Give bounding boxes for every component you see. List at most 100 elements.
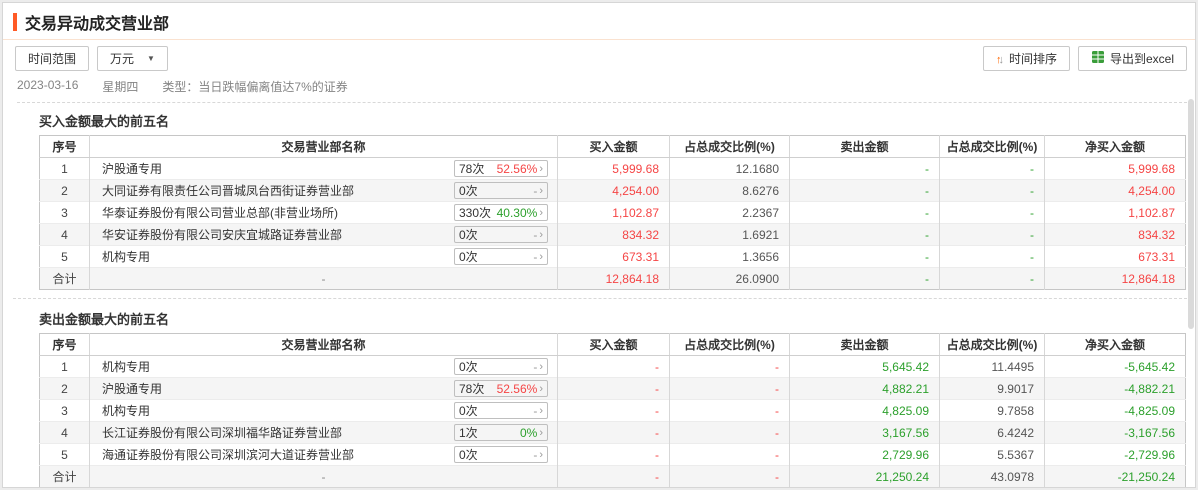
- branch-name: 机构专用: [102, 250, 151, 264]
- page-title-row: 交易异动成交营业部: [13, 11, 1187, 33]
- column-header-no: 序号: [39, 135, 90, 158]
- trade-date: 2023-03-16: [17, 78, 79, 92]
- title-divider: [3, 39, 1195, 40]
- times-badge[interactable]: 78次 52.56% ›: [454, 380, 548, 397]
- sell-ratio-cell: 9.9017: [939, 377, 1045, 400]
- times-badge[interactable]: 78次 52.56% ›: [454, 160, 548, 177]
- buy-amount-cell: 673.31: [557, 245, 670, 268]
- total-label-cell: 合计: [39, 465, 90, 487]
- rank-cell: 4: [39, 421, 90, 444]
- sell-amount-cell: -: [789, 201, 940, 224]
- total-sell-cell: -: [789, 267, 940, 290]
- accent-bar: [13, 13, 17, 31]
- sort-arrows-icon: ↑↓: [995, 53, 1004, 66]
- buy-top5-section-title: 买入金额最大的前五名: [39, 114, 170, 129]
- branch-cell: 机构专用 0次 - ›: [89, 245, 558, 268]
- buy-amount-cell: 4,254.00: [557, 179, 670, 202]
- time-range-label: 时间范围: [28, 52, 77, 66]
- times-badge[interactable]: 0次 - ›: [454, 446, 548, 463]
- sell-top5-section-title: 卖出金额最大的前五名: [39, 312, 170, 327]
- chevron-right-icon: ›: [539, 162, 543, 175]
- times-pct: -: [533, 227, 538, 242]
- branch-cell: 长江证券股份有限公司深圳福华路证券营业部 1次 0% ›: [89, 421, 558, 444]
- sell-amount-cell: -: [789, 223, 940, 246]
- sell-ratio-cell: -: [939, 179, 1045, 202]
- rank-cell: 2: [39, 377, 90, 400]
- times-count: 78次: [459, 162, 485, 176]
- sell-ratio-cell: -: [939, 245, 1045, 268]
- unit-selected-value: 万元: [110, 52, 135, 66]
- time-range-button[interactable]: 时间范围: [15, 46, 90, 71]
- branch-cell: 华泰证券股份有限公司营业总部(非营业场所) 330次 40.30% ›: [89, 201, 558, 224]
- buy-amount-cell: -: [557, 399, 670, 422]
- chevron-down-icon: ▼: [147, 54, 155, 63]
- branch-name: 华安证券股份有限公司安庆宜城路证券营业部: [102, 228, 343, 242]
- chevron-right-icon: ›: [539, 206, 543, 219]
- time-sort-label: 时间排序: [1008, 52, 1057, 66]
- times-badge[interactable]: 0次 - ›: [454, 248, 548, 265]
- total-net-cell: 12,864.18: [1044, 267, 1186, 290]
- branch-name: 沪股通专用: [102, 382, 163, 396]
- toolbar-right: ↑↓ 时间排序 导出到excel: [982, 46, 1187, 71]
- sell-top5-table: 序号 交易营业部名称 买入金额 占总成交比例(%) 卖出金额 占总成交比例(%)…: [39, 333, 1186, 487]
- unit-select[interactable]: 万元 ▼: [97, 46, 168, 71]
- chevron-right-icon: ›: [539, 448, 543, 461]
- anomaly-type: 类型：当日跌幅偏离值达7%的证券: [162, 78, 347, 95]
- branch-name: 长江证券股份有限公司深圳福华路证券营业部: [102, 426, 343, 440]
- times-badge[interactable]: 0次 - ›: [454, 182, 548, 199]
- table-row: 2 大同证券有限责任公司晋城凤台西街证券营业部 0次 - › 4,254.00 8.…: [39, 179, 1186, 202]
- times-badge[interactable]: 0次 - ›: [454, 226, 548, 243]
- buy-amount-cell: -: [557, 421, 670, 444]
- branch-cell: 华安证券股份有限公司安庆宜城路证券营业部 0次 - ›: [89, 223, 558, 246]
- times-count: 0次: [459, 448, 478, 462]
- sell-ratio-cell: -: [939, 157, 1045, 180]
- chevron-right-icon: ›: [539, 184, 543, 197]
- branch-cell: 沪股通专用 78次 52.56% ›: [89, 377, 558, 400]
- total-buy-cell: -: [557, 465, 670, 487]
- times-count: 0次: [459, 184, 478, 198]
- table-row: 3 机构专用 0次 - › - - 4,825.09 9.7858 -4,825.0…: [39, 399, 1186, 422]
- column-header-net: 净买入金额: [1044, 333, 1186, 356]
- buy-amount-cell: -: [557, 355, 670, 378]
- net-buy-cell: 673.31: [1044, 245, 1186, 268]
- table-row: 2 沪股通专用 78次 52.56% › - - 4,882.21 9.9017 -…: [39, 377, 1186, 400]
- net-buy-cell: 5,999.68: [1044, 157, 1186, 180]
- buy-ratio-cell: 2.2367: [669, 201, 790, 224]
- total-name-cell: -: [89, 465, 558, 487]
- times-count: 0次: [459, 228, 478, 242]
- type-label: 类型：: [162, 80, 199, 94]
- column-header-sell-ratio: 占总成交比例(%): [939, 333, 1045, 356]
- times-badge[interactable]: 1次 0% ›: [454, 424, 548, 441]
- buy-ratio-cell: -: [669, 443, 790, 466]
- rank-cell: 2: [39, 179, 90, 202]
- chevron-right-icon: ›: [539, 360, 543, 373]
- type-value: 当日跌幅偏离值达7%的证券: [198, 80, 348, 94]
- sell-ratio-cell: -: [939, 223, 1045, 246]
- times-badge[interactable]: 0次 - ›: [454, 358, 548, 375]
- export-excel-button[interactable]: 导出到excel: [1077, 46, 1187, 71]
- times-pct: 52.56%: [496, 381, 538, 396]
- total-label-cell: 合计: [39, 267, 90, 290]
- column-header-buy-ratio: 占总成交比例(%): [669, 135, 790, 158]
- column-header-sell: 卖出金额: [789, 135, 940, 158]
- buy-amount-cell: 5,999.68: [557, 157, 670, 180]
- vertical-scrollbar-thumb[interactable]: [1188, 99, 1194, 329]
- rank-cell: 3: [39, 201, 90, 224]
- times-badge[interactable]: 0次 - ›: [454, 402, 548, 419]
- buy-top5-table: 序号 交易营业部名称 买入金额 占总成交比例(%) 卖出金额 占总成交比例(%)…: [39, 135, 1186, 290]
- times-pct: -: [533, 249, 538, 264]
- total-row: 合计 - - - 21,250.24 43.0978 -21,250.24: [39, 465, 1186, 487]
- buy-ratio-cell: -: [669, 377, 790, 400]
- total-name-cell: -: [89, 267, 558, 290]
- branch-cell: 海通证券股份有限公司深圳滨河大道证券营业部 0次 - ›: [89, 443, 558, 466]
- times-pct: -: [533, 183, 538, 198]
- sell-ratio-cell: 6.4242: [939, 421, 1045, 444]
- header-row: 序号 交易营业部名称 买入金额 占总成交比例(%) 卖出金额 占总成交比例(%)…: [39, 135, 1186, 158]
- table-row: 4 长江证券股份有限公司深圳福华路证券营业部 1次 0% › - - 3,167.5…: [39, 421, 1186, 444]
- buy-ratio-cell: 1.3656: [669, 245, 790, 268]
- time-sort-button[interactable]: ↑↓ 时间排序: [982, 46, 1070, 71]
- column-header-sell: 卖出金额: [789, 333, 940, 356]
- header-row: 序号 交易营业部名称 买入金额 占总成交比例(%) 卖出金额 占总成交比例(%)…: [39, 333, 1186, 356]
- rank-cell: 3: [39, 399, 90, 422]
- times-badge[interactable]: 330次 40.30% ›: [454, 204, 548, 221]
